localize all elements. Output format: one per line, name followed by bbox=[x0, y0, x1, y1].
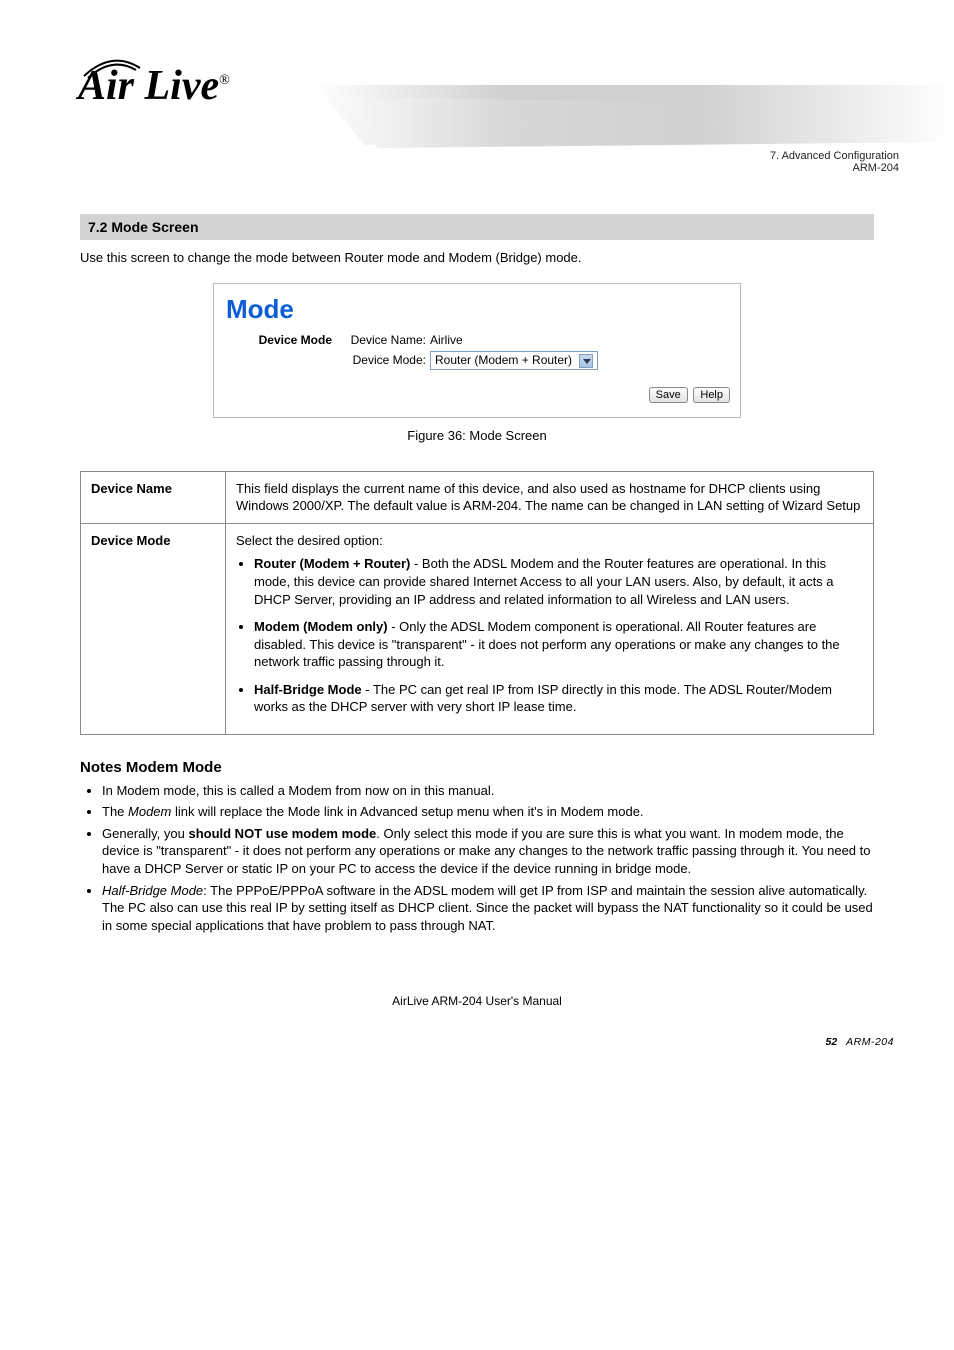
mode-panel: Mode Device Mode Device Name: Airlive De… bbox=[213, 283, 741, 418]
list-item: Modem (Modem only) - Only the ADSL Modem… bbox=[254, 618, 863, 671]
mode-panel-title: Mode bbox=[226, 294, 730, 325]
list-item: Generally, you should NOT use modem mode… bbox=[102, 825, 874, 878]
section-intro: Use this screen to change the mode betwe… bbox=[80, 250, 874, 265]
section-title-bar: 7.2 Mode Screen bbox=[80, 214, 874, 240]
footer-model: ARM-204 bbox=[846, 1036, 894, 1048]
chevron-down-icon bbox=[579, 354, 593, 368]
footer-text: AirLive ARM-204 User's Manual bbox=[80, 994, 874, 1008]
option-title: Half-Bridge Mode bbox=[254, 682, 362, 697]
notes-heading: Notes Modem Mode bbox=[80, 759, 874, 776]
option-title: Modem (Modem only) bbox=[254, 619, 388, 634]
figure-caption: Figure 36: Mode Screen bbox=[80, 428, 874, 443]
table-cell-text: This field displays the current name of … bbox=[226, 471, 874, 523]
device-mode-select[interactable]: Router (Modem + Router) bbox=[430, 351, 598, 370]
table-cell-label: Device Mode bbox=[81, 523, 226, 734]
brand-logo: Air Live® bbox=[78, 62, 230, 110]
option-title: Router (Modem + Router) bbox=[254, 556, 410, 571]
save-button[interactable]: Save bbox=[649, 387, 688, 403]
list-item: In Modem mode, this is called a Modem fr… bbox=[102, 782, 874, 800]
logo-registered: ® bbox=[219, 73, 230, 88]
device-name-value: Airlive bbox=[430, 333, 730, 347]
logo-text: Air Live bbox=[78, 63, 219, 109]
list-item: Half-Bridge Mode: The PPPoE/PPPoA softwa… bbox=[102, 882, 874, 935]
chapter-label: 7. Advanced Configuration ARM-204 bbox=[770, 150, 899, 174]
list-item: The Modem link will replace the Mode lin… bbox=[102, 803, 874, 821]
notes-list: In Modem mode, this is called a Modem fr… bbox=[102, 782, 874, 934]
chapter-line2: ARM-204 bbox=[770, 162, 899, 174]
list-item: Half-Bridge Mode - The PC can get real I… bbox=[254, 681, 863, 716]
help-button[interactable]: Help bbox=[693, 387, 730, 403]
list-item: Router (Modem + Router) - Both the ADSL … bbox=[254, 555, 863, 608]
page-number: 52 bbox=[826, 1036, 838, 1048]
table-cell-label: Device Name bbox=[81, 471, 226, 523]
device-mode-selected: Router (Modem + Router) bbox=[435, 353, 572, 367]
table-r2-intro: Select the desired option: bbox=[236, 533, 383, 548]
page-number-block: 52 ARM-204 bbox=[0, 1036, 894, 1048]
data-mode-table: Device Name This field displays the curr… bbox=[80, 471, 874, 735]
table-cell-text: Select the desired option: Router (Modem… bbox=[226, 523, 874, 734]
device-name-label: Device Name: bbox=[340, 333, 430, 347]
chapter-line1: 7. Advanced Configuration bbox=[770, 150, 899, 162]
device-mode-group-label: Device Mode bbox=[226, 333, 340, 347]
device-mode-label: Device Mode: bbox=[340, 353, 430, 367]
